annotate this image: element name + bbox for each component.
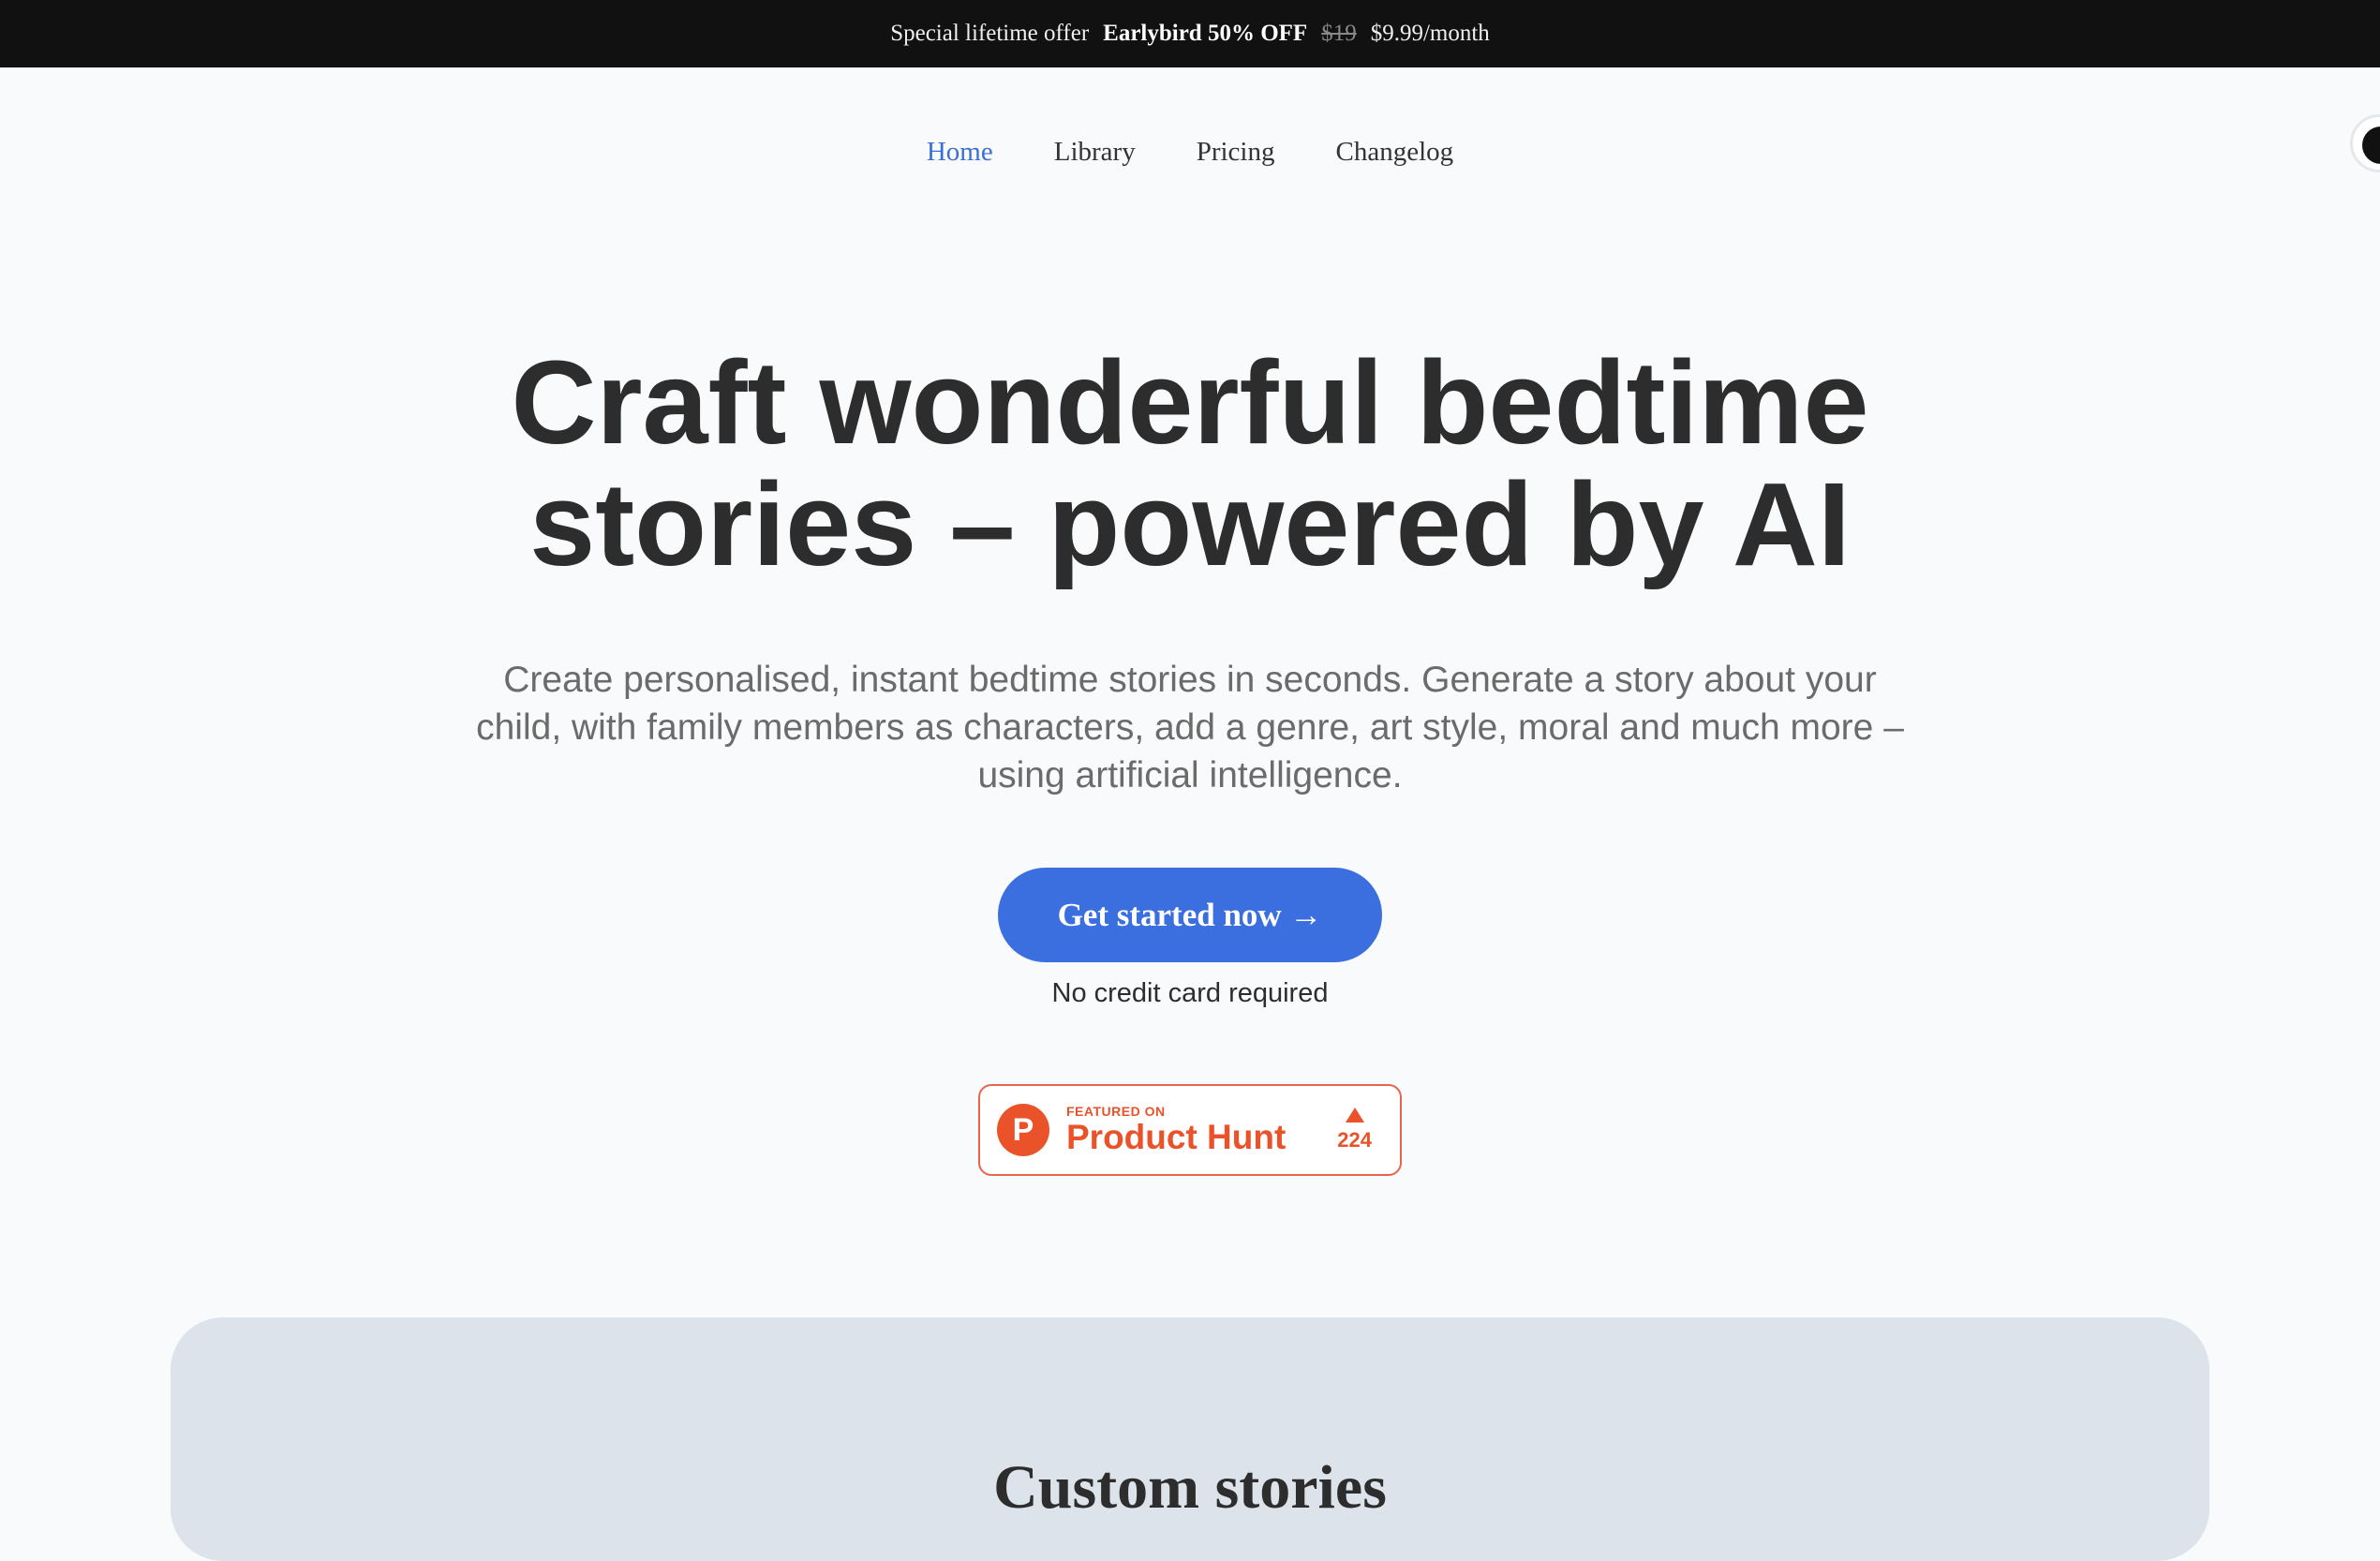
upvote-triangle-icon: [1345, 1108, 1364, 1122]
product-hunt-vote-count: 224: [1337, 1128, 1372, 1152]
main-nav: Home Library Pricing Changelog: [0, 122, 2380, 182]
promo-highlight: Earlybird 50% OFF: [1103, 21, 1308, 46]
feature-section-title: Custom stories: [993, 1453, 1387, 1522]
nav-item-pricing[interactable]: Pricing: [1197, 137, 1275, 168]
product-hunt-logo-icon: P: [997, 1104, 1049, 1156]
hero-title-line-2: stories – powered by AI: [529, 458, 1851, 590]
get-started-button[interactable]: Get started now →: [998, 868, 1382, 962]
promo-new-price: $9.99/month: [1370, 21, 1490, 46]
nav-item-changelog[interactable]: Changelog: [1335, 137, 1453, 168]
product-hunt-name: Product Hunt: [1066, 1118, 1287, 1156]
nav-item-home[interactable]: Home: [927, 137, 993, 168]
no-credit-card-note: No credit card required: [1051, 978, 1329, 1008]
hero-title: Craft wonderful bedtime stories – powere…: [0, 342, 2380, 586]
product-hunt-featured-label: FEATURED ON: [1066, 1104, 1166, 1119]
product-hunt-badge[interactable]: P FEATURED ON Product Hunt 224: [978, 1084, 1402, 1176]
promo-lead: Special lifetime offer: [890, 21, 1090, 46]
feature-section-card: [171, 1317, 2209, 1561]
hero-title-line-1: Craft wonderful bedtime: [511, 336, 1869, 468]
promo-bar: Special lifetime offer Earlybird 50% OFF…: [0, 0, 2380, 67]
product-hunt-votes: 224: [1337, 1108, 1372, 1152]
promo-old-price: $19: [1321, 21, 1357, 46]
nav-item-library[interactable]: Library: [1054, 137, 1136, 168]
product-hunt-text: FEATURED ON Product Hunt: [1066, 1104, 1286, 1156]
hero-subtitle: Create personalised, instant bedtime sto…: [476, 660, 1904, 795]
